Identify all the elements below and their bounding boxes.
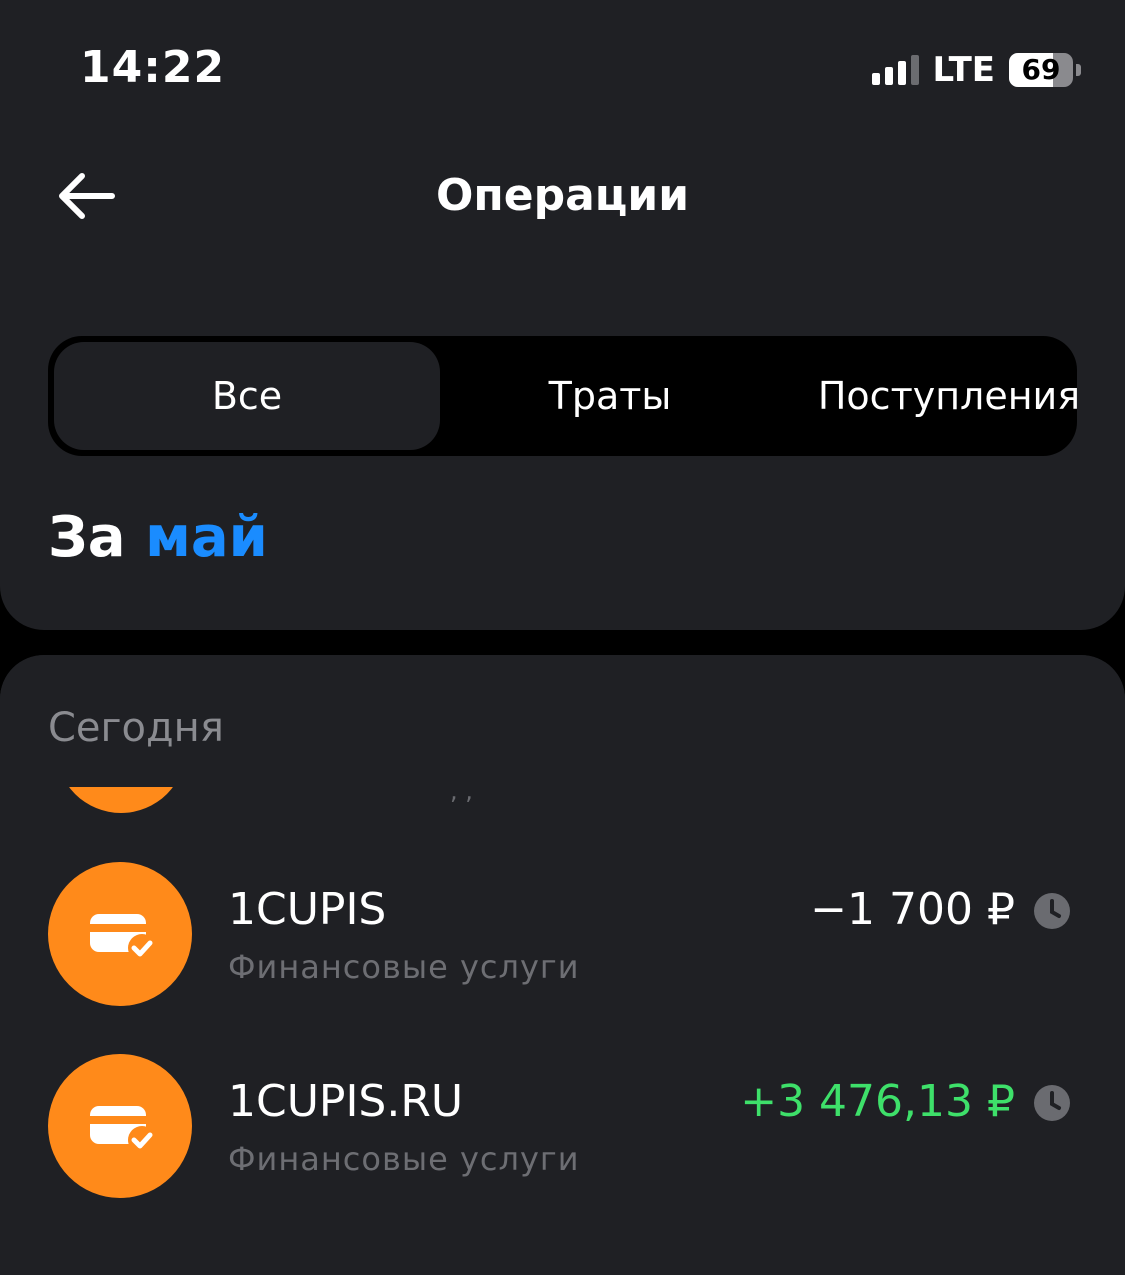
tab-income[interactable]: Поступления: [780, 342, 1118, 450]
header-card: 14:22 LTE 69 Операции Все Траты Поступле…: [0, 0, 1125, 630]
period-prefix: За: [48, 505, 126, 570]
card-check-icon: [48, 862, 192, 1006]
operation-category: Финансовые услуги: [228, 948, 580, 986]
operation-row[interactable]: 1CUPIS.RU Финансовые услуги +3 476,13 ₽: [0, 1054, 1125, 1204]
network-label: LTE: [932, 50, 995, 90]
period-selector[interactable]: За май: [48, 505, 268, 570]
filter-tabs: Все Траты Поступления: [48, 336, 1080, 456]
operation-amount: +3 476,13 ₽: [740, 1076, 1015, 1127]
operation-name: 1CUPIS.RU: [228, 1076, 464, 1127]
operation-name: 1CUPIS: [228, 884, 387, 935]
operations-list: , , Сегодня 1CUPIS Финансовые услуги −1 …: [0, 655, 1125, 1275]
period-month[interactable]: май: [145, 505, 268, 570]
clock-icon: [1034, 1085, 1070, 1121]
signal-icon: [871, 55, 919, 85]
operation-row[interactable]: 1CUPIS Финансовые услуги −1 700 ₽: [0, 862, 1125, 1012]
operation-amount: −1 700 ₽: [810, 884, 1015, 935]
operation-category: Финансовые услуги: [228, 1140, 580, 1178]
status-indicators: LTE 69: [871, 50, 1081, 90]
status-time: 14:22: [80, 42, 226, 93]
tab-all[interactable]: Все: [54, 342, 440, 450]
battery-tip: [1076, 64, 1081, 76]
battery-icon: 69: [1009, 53, 1073, 87]
partial-operation-text: , ,: [450, 777, 473, 805]
section-title: Сегодня: [48, 705, 224, 751]
clock-icon: [1034, 893, 1070, 929]
battery-level: 69: [1021, 53, 1061, 86]
page-title: Операции: [435, 170, 690, 221]
tab-expenses[interactable]: Траты: [440, 342, 780, 450]
card-check-icon: [48, 1054, 192, 1198]
